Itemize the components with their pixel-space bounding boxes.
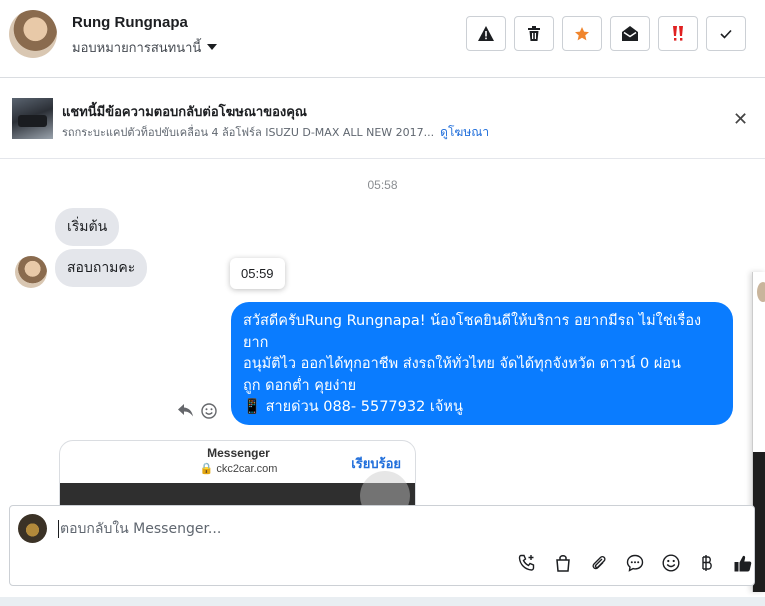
ad-thumbnail[interactable] (12, 98, 53, 139)
shopping-bag-icon[interactable] (552, 552, 574, 574)
reply-input[interactable]: ตอบกลับใน Messenger... (58, 520, 221, 538)
reply-icon[interactable] (178, 404, 193, 421)
star-button[interactable] (562, 16, 602, 51)
incoming-message[interactable]: เริ่มต้น (55, 208, 120, 246)
message-timestamp: 05:58 (367, 178, 398, 192)
trash-icon (528, 26, 540, 41)
assign-conversation-label: มอบหมายการสนทนานี้ (72, 41, 202, 56)
mark-unread-button[interactable] (610, 16, 650, 51)
envelope-open-icon (622, 26, 638, 41)
time-tooltip: 05:59 (230, 258, 285, 289)
contact-avatar-small[interactable] (15, 256, 47, 288)
close-icon[interactable]: ✕ (733, 110, 748, 128)
side-avatar (757, 282, 765, 302)
paperclip-icon[interactable] (588, 552, 610, 574)
view-ad-link[interactable]: ดูโฆษณา (440, 125, 489, 139)
thumbs-up-icon[interactable] (732, 552, 754, 574)
caret-down-icon (207, 44, 218, 50)
message-line: ถูก ดอกต่ำ คุยง่าย (243, 377, 357, 394)
bottom-strip (0, 597, 765, 606)
ad-description: รถกระบะแคปตัวท็อปขับเคลื่อน 4 ล้อโฟร์ล I… (62, 126, 435, 139)
lock-icon: 🔒 (199, 463, 214, 475)
emoji-icon[interactable] (660, 552, 682, 574)
message-line: สวัสดีครับRung Rungnapa! น้องโชคยินดีให้… (243, 313, 702, 329)
ad-banner-subtitle: รถกระบะแคปตัวท็อปขับเคลื่อน 4 ล้อโฟร์ล I… (62, 123, 489, 142)
message-thread[interactable]: 05:58 เริ่มต้น สอบถามคะ 05:59 สวัสดีครับ… (0, 160, 765, 505)
contact-name[interactable]: Rung Rungnapa (72, 14, 188, 31)
delete-button[interactable] (514, 16, 554, 51)
card-done-label[interactable]: เรียบร้อย (351, 453, 401, 474)
ad-banner-title: แชทนี้มีข้อความตอบกลับต่อโฆษณาของคุณ (62, 105, 307, 120)
emoji-react-icon[interactable] (201, 403, 217, 424)
report-spam-button[interactable] (466, 16, 506, 51)
call-request-icon[interactable] (516, 552, 538, 574)
warning-icon (478, 26, 494, 41)
message-line: ยาก (243, 334, 269, 351)
reply-composer: ตอบกลับใน Messenger... (9, 505, 755, 586)
mark-done-button[interactable] (706, 16, 746, 51)
double-exclamation-icon (673, 25, 683, 41)
card-url-text: ckc2car.com (216, 463, 278, 475)
assign-conversation-dropdown[interactable]: มอบหมายการสนทนานี้ (72, 37, 218, 58)
incoming-message[interactable]: สอบถามคะ (55, 249, 148, 287)
message-line: อนุมัติไว ออกได้ทุกอาชีพ ส่งรถให้ทั่วไทย… (243, 356, 681, 372)
page-avatar (18, 514, 47, 543)
card-preview-image (60, 471, 415, 505)
composer-toolbar (10, 552, 756, 576)
contact-avatar[interactable] (9, 10, 57, 58)
mark-important-button[interactable] (658, 16, 698, 51)
ad-reply-banner: แชทนี้มีข้อความตอบกลับต่อโฆษณาของคุณ รถก… (0, 79, 765, 159)
message-line: 📱 สายด่วน 088- 5577932 เจ้หนู (243, 399, 463, 415)
conversation-header: Rung Rungnapa มอบหมายการสนทนานี้ (0, 0, 765, 78)
saved-replies-icon[interactable] (624, 552, 646, 574)
link-preview-card[interactable]: Messenger 🔒 ckc2car.com เรียบร้อย (59, 440, 416, 505)
payment-baht-icon[interactable] (696, 552, 718, 574)
checkmark-icon (720, 29, 732, 39)
outgoing-message[interactable]: สวัสดีครับRung Rungnapa! น้องโชคยินดีให้… (231, 302, 733, 425)
star-icon (575, 26, 589, 40)
